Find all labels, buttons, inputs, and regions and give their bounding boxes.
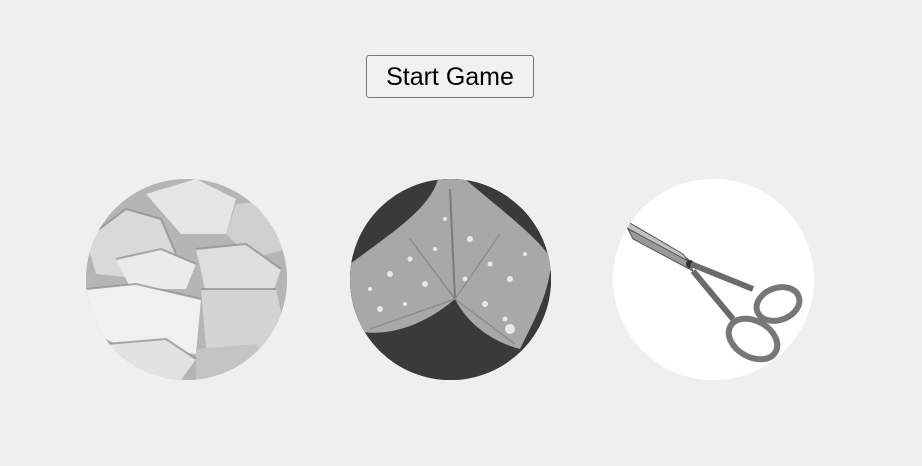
scissors-choice[interactable] <box>613 179 814 380</box>
game-stage: Start Game <box>0 0 922 466</box>
paper-icon <box>350 179 551 380</box>
start-game-button[interactable]: Start Game <box>366 55 534 98</box>
rock-choice[interactable] <box>86 179 287 380</box>
scissors-icon <box>613 179 814 380</box>
rock-icon <box>86 179 287 380</box>
paper-choice[interactable] <box>350 179 551 380</box>
